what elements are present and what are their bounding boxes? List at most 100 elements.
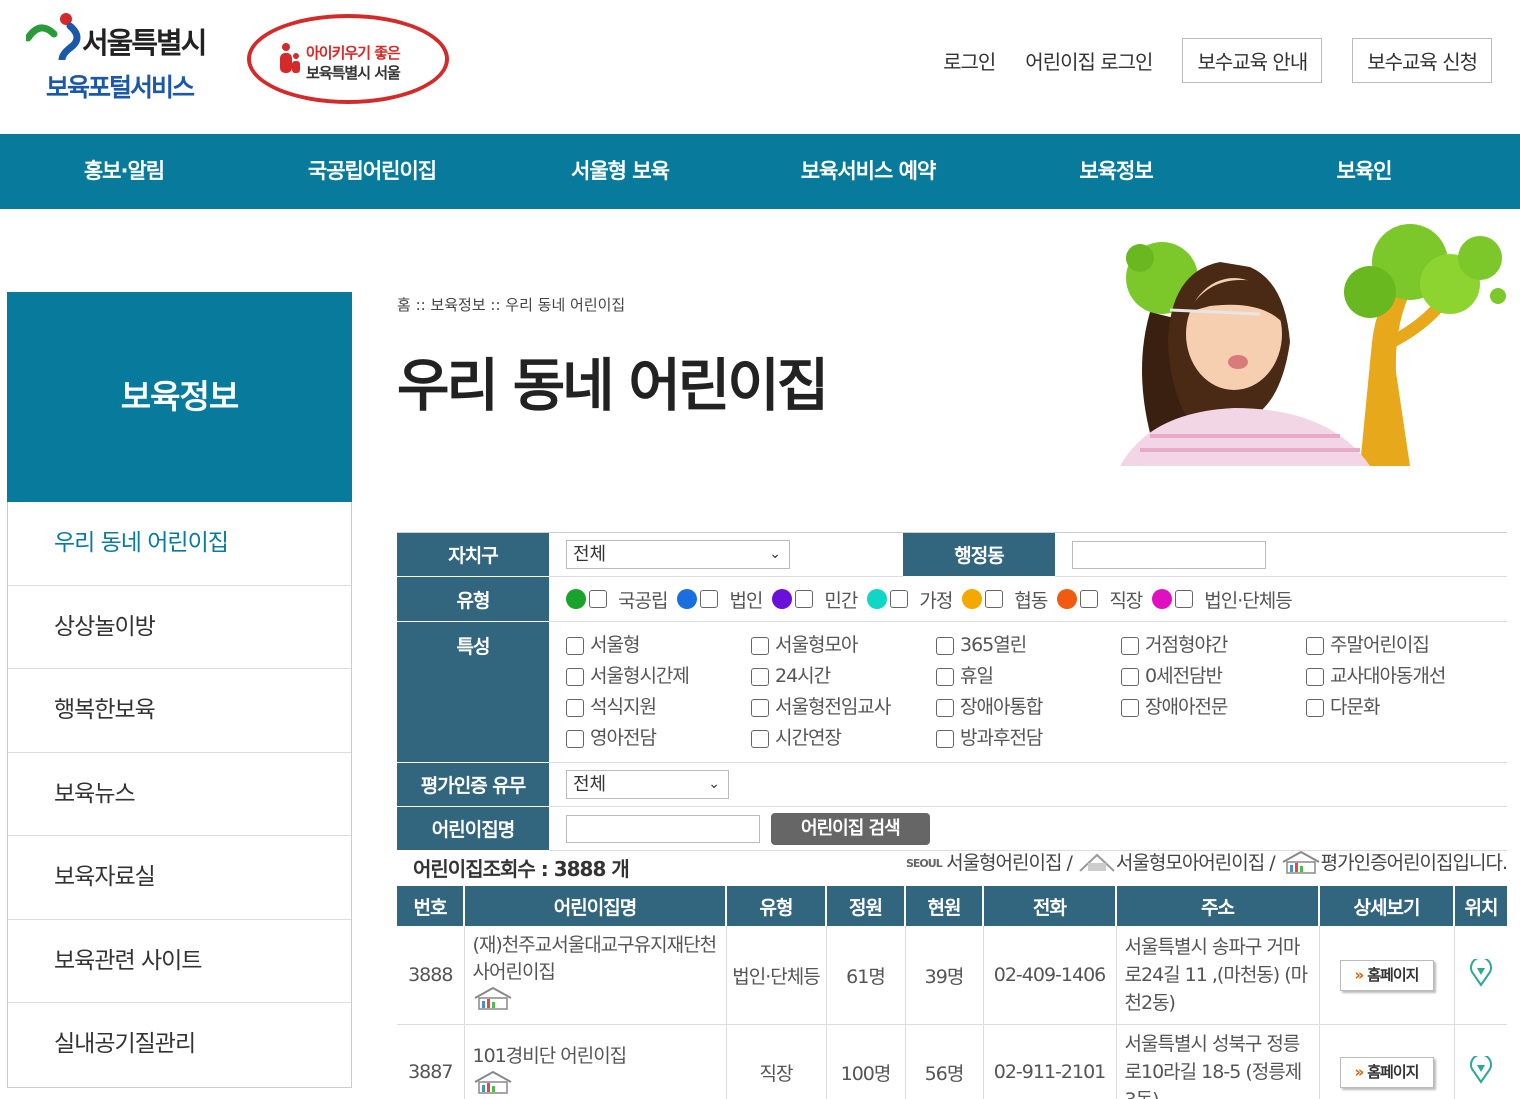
col-header[interactable]: 어린이집명	[464, 886, 727, 926]
eval-mark-icon	[474, 1070, 511, 1094]
feature-option[interactable]: 서울형모아	[751, 630, 936, 657]
cell-phone: 02-911-2101	[983, 1024, 1117, 1099]
feature-option[interactable]: 0세전담반	[1121, 661, 1306, 688]
col-header[interactable]: 전화	[983, 886, 1117, 926]
eval-label: 평가인증 유무	[397, 762, 549, 807]
district-label: 자치구	[397, 532, 549, 577]
type-checkbox-home[interactable]	[890, 590, 909, 608]
type-label-home: 가정	[919, 589, 953, 612]
map-pin-icon[interactable]	[1469, 1053, 1493, 1084]
sidebar-item-related-sites[interactable]: 보육관련 사이트	[8, 920, 351, 1003]
table-row: 3888 (재)천주교서울대교구유지재단천사어린이집 법인·단체등 61명 39…	[397, 926, 1507, 1025]
feature-option[interactable]: 거점형야간	[1121, 630, 1306, 657]
nav-item-reservation[interactable]: 보육서비스 예약	[744, 134, 992, 209]
cell-no: 3888	[397, 926, 465, 1025]
sidebar-item-library[interactable]: 보육자료실	[8, 836, 351, 920]
search-button[interactable]: 어린이집 검색	[771, 812, 930, 845]
org-color-icon	[1152, 589, 1173, 609]
cell-location	[1454, 1024, 1507, 1099]
type-checkbox-workplace[interactable]	[1080, 590, 1099, 608]
map-pin-icon[interactable]	[1469, 956, 1493, 987]
feature-option[interactable]: 석식지원	[566, 692, 751, 719]
cell-name[interactable]: 101경비단 어린이집	[464, 1024, 727, 1099]
nav-item-promo[interactable]: 홍보·알림	[0, 134, 248, 209]
feature-options: 서울형 서울형모아 365열린 거점형야간 주말어린이집 서울형시간제 24시간…	[566, 622, 1507, 762]
seoul-mark-icon: SEOUL	[906, 857, 944, 870]
site-logo[interactable]: 서울특별시 보육포털서비스	[26, 12, 216, 102]
feature-option[interactable]: 서울형전임교사	[751, 692, 936, 719]
type-checkbox-private[interactable]	[795, 590, 814, 608]
district-select[interactable]: 전체 ⌄	[566, 540, 790, 569]
family-icon	[280, 43, 300, 73]
sidebar-item-air-quality[interactable]: 실내공기질관리	[8, 1003, 351, 1087]
feature-option[interactable]: 시간연장	[751, 723, 936, 750]
nav-item-seoul-care[interactable]: 서울형 보육	[496, 134, 744, 209]
feature-option[interactable]: 장애아전문	[1121, 692, 1306, 719]
edu-apply-button[interactable]: 보수교육 신청	[1352, 38, 1492, 83]
eval-select-value: 전체	[573, 774, 607, 795]
sidebar-title: 보육정보	[7, 292, 352, 502]
login-link[interactable]: 로그인	[943, 46, 996, 75]
daycare-name[interactable]: (재)천주교서울대교구유지재단천사어린이집	[473, 932, 718, 986]
feature-option[interactable]: 서울형시간제	[566, 661, 751, 688]
cell-address: 서울특별시 성북구 정릉로10라길 18-5 (정릉제3동)	[1116, 1024, 1320, 1099]
col-header[interactable]: 유형	[726, 886, 827, 926]
legend-moa: 서울형모아어린이집 /	[1115, 852, 1276, 874]
private-color-icon	[772, 589, 793, 609]
nav-item-public-daycare[interactable]: 국공립어린이집	[248, 134, 496, 209]
cell-no: 3887	[397, 1024, 465, 1099]
cell-capacity: 61명	[826, 926, 906, 1025]
sidebar-item-neighborhood-daycare[interactable]: 우리 동네 어린이집	[8, 502, 351, 586]
child-tree-illustration	[1120, 224, 1506, 466]
legend-seoul: 서울형어린이집 /	[946, 852, 1073, 874]
home-color-icon	[867, 589, 888, 609]
dong-input[interactable]	[1072, 540, 1266, 569]
type-checkbox-coop[interactable]	[985, 590, 1004, 608]
sidebar-item-news[interactable]: 보육뉴스	[8, 753, 351, 836]
col-header[interactable]: 정원	[826, 886, 906, 926]
feature-option[interactable]: 장애아통합	[936, 692, 1121, 719]
feature-option[interactable]: 서울형	[566, 630, 751, 657]
sidebar-item-happy-care[interactable]: 행복한보육	[8, 669, 351, 753]
col-header[interactable]: 번호	[397, 886, 465, 926]
type-options: 국공립 법인 민간 가정 협동 직장 법인·단체등	[566, 586, 1507, 613]
result-count: 어린이집조회수 : 3888 개	[413, 857, 630, 881]
col-header[interactable]: 주소	[1116, 886, 1320, 926]
type-checkbox-org[interactable]	[1175, 590, 1194, 608]
edu-info-button[interactable]: 보수교육 안내	[1182, 38, 1323, 83]
homepage-button[interactable]: » 홈페이지	[1339, 1056, 1434, 1088]
cell-type: 직장	[726, 1024, 827, 1099]
sidebar-menu: 우리 동네 어린이집 상상놀이방 행복한보육 보육뉴스 보육자료실 보육관련 사…	[7, 502, 352, 1088]
feature-option[interactable]: 영아전담	[566, 723, 751, 750]
center-login-link[interactable]: 어린이집 로그인	[1025, 46, 1153, 75]
col-header[interactable]: 현원	[905, 886, 984, 926]
type-checkbox-corporate[interactable]	[700, 590, 719, 608]
workplace-color-icon	[1057, 589, 1078, 609]
chevron-down-icon: ⌄	[769, 546, 781, 562]
slogan-badge[interactable]: 아이키우기 좋은 보육특별시 서울	[247, 14, 449, 104]
feature-option[interactable]: 휴일	[936, 661, 1121, 688]
daycare-name[interactable]: 101경비단 어린이집	[473, 1043, 718, 1070]
type-label-public: 국공립	[618, 589, 668, 612]
cell-phone: 02-409-1406	[983, 926, 1117, 1025]
result-summary: 어린이집조회수 : 3888 개 SEOUL 서울형어린이집 / 서울형모아어린…	[397, 848, 1508, 884]
cell-name[interactable]: (재)천주교서울대교구유지재단천사어린이집	[464, 926, 727, 1025]
nav-item-caregiver[interactable]: 보육인	[1240, 134, 1488, 209]
nav-item-care-info[interactable]: 보육정보	[992, 134, 1240, 209]
cell-current: 39명	[905, 926, 984, 1025]
homepage-button[interactable]: » 홈페이지	[1339, 959, 1434, 991]
type-label-coop: 협동	[1014, 589, 1048, 612]
feature-option[interactable]: 24시간	[751, 661, 936, 688]
sidebar-item-playroom[interactable]: 상상놀이방	[8, 586, 351, 669]
feature-option[interactable]: 주말어린이집	[1306, 630, 1491, 657]
logo-title: 서울특별시	[82, 26, 207, 60]
eval-select[interactable]: 전체 ⌄	[566, 770, 729, 799]
feature-option[interactable]: 방과후전담	[936, 723, 1121, 750]
feature-option[interactable]: 교사대아동개선	[1306, 661, 1491, 688]
feature-option[interactable]: 365열린	[936, 630, 1121, 657]
feature-option[interactable]: 다문화	[1306, 692, 1491, 719]
name-input[interactable]	[566, 814, 760, 843]
moa-mark-icon	[1079, 853, 1115, 872]
cell-current: 56명	[905, 1024, 984, 1099]
type-checkbox-public[interactable]	[589, 590, 607, 608]
